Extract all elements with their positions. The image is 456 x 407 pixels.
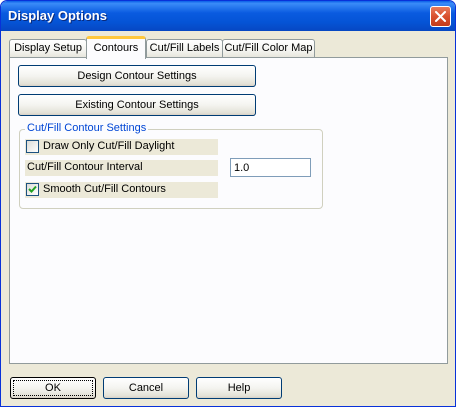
cancel-button[interactable]: Cancel — [103, 377, 189, 399]
daylight-checkbox[interactable] — [26, 140, 39, 153]
title-bar[interactable]: Display Options — [1, 1, 455, 31]
contours-panel: Design Contour Settings Existing Contour… — [9, 57, 448, 364]
smooth-checkbox[interactable] — [26, 183, 39, 196]
close-button[interactable] — [430, 6, 451, 27]
daylight-label[interactable]: Draw Only Cut/Fill Daylight — [43, 140, 174, 152]
interval-label: Cut/Fill Contour Interval — [27, 161, 143, 173]
group-label: Cut/Fill Contour Settings — [25, 122, 149, 134]
checkmark-icon — [28, 185, 37, 193]
dialog-window: Display Options Display Setup Contours C… — [0, 0, 456, 407]
tab-cut-fill-color-map[interactable]: Cut/Fill Color Map — [222, 39, 315, 58]
existing-contour-settings-button[interactable]: Existing Contour Settings — [18, 94, 256, 116]
interval-input[interactable] — [230, 158, 311, 177]
tab-contours[interactable]: Contours — [86, 36, 146, 59]
design-contour-settings-button[interactable]: Design Contour Settings — [18, 65, 256, 87]
tab-cut-fill-labels[interactable]: Cut/Fill Labels — [146, 39, 223, 58]
close-icon — [435, 11, 446, 22]
tab-display-setup[interactable]: Display Setup — [9, 39, 87, 58]
smooth-label[interactable]: Smooth Cut/Fill Contours — [43, 183, 166, 195]
help-button[interactable]: Help — [196, 377, 282, 399]
ok-button[interactable]: OK — [10, 377, 96, 399]
window-title: Display Options — [8, 8, 107, 23]
